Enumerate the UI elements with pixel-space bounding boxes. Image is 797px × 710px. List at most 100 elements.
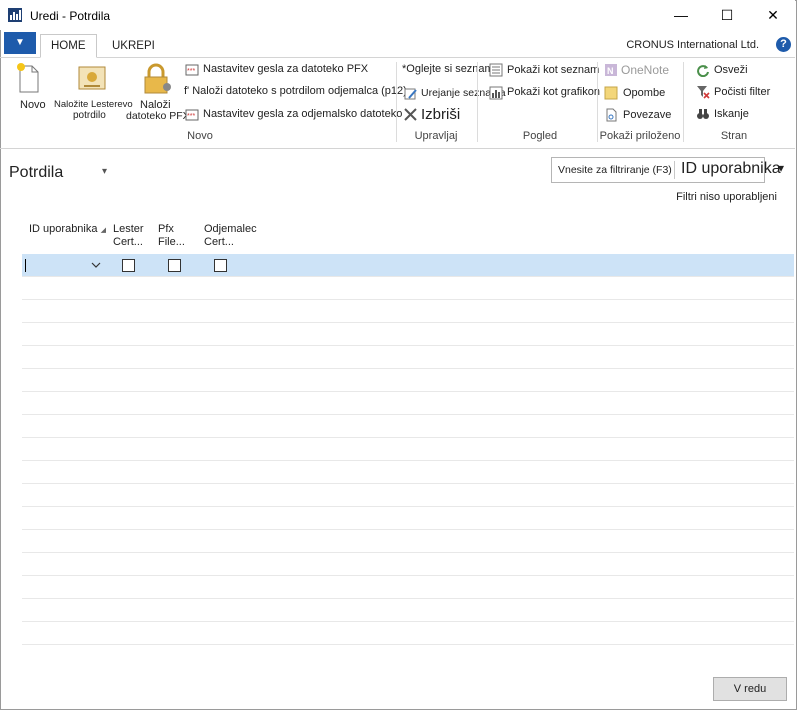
table-row[interactable] — [22, 254, 794, 276]
column-header-lester-cert[interactable]: Lester Cert... — [113, 223, 144, 249]
onenote-icon: N — [605, 64, 617, 76]
edit-list-icon — [404, 88, 417, 100]
new-document-icon — [17, 63, 39, 93]
links-label: Povezave — [623, 109, 672, 121]
row-separator — [22, 437, 794, 438]
pfx-password-label: Nastavitev gesla za datoteko PFX — [203, 63, 369, 75]
maximize-button[interactable]: ☐ — [704, 0, 750, 30]
notes-label: Opombe — [623, 87, 666, 99]
chevron-down-icon[interactable] — [91, 262, 101, 269]
tab-actions[interactable]: UKREPI — [102, 35, 165, 57]
group-label-manage: Upravljaj — [414, 130, 458, 142]
app-logo-icon — [8, 8, 22, 22]
search-label: Iskanje — [714, 108, 749, 120]
column-header-label: Pfx — [158, 223, 174, 235]
row-separator — [22, 322, 794, 323]
row-separator — [22, 529, 794, 530]
user-id-input[interactable] — [24, 256, 104, 274]
onenote-label: OneNote — [621, 63, 670, 77]
no-filters-text: Filtri niso uporabljeni — [676, 191, 777, 203]
row-separator — [22, 460, 794, 461]
clear-filter-label: Počisti filter — [714, 86, 771, 98]
sort-icon: ◢ — [100, 227, 106, 234]
refresh-icon — [697, 65, 709, 77]
row-separator — [22, 575, 794, 576]
company-name: CRONUS International Ltd. — [626, 39, 759, 51]
password-icon: *** — [185, 109, 199, 121]
title-bar: Uredi - Potrdila — ☐ ✕ — [0, 0, 795, 30]
ribbon-separator — [477, 62, 478, 142]
column-header-label: Lester — [113, 223, 144, 235]
filter-divider — [674, 161, 675, 179]
new-label: Novo — [20, 99, 46, 111]
tab-home[interactable]: HOME — [40, 34, 97, 58]
chevron-down-icon[interactable]: ▾ — [102, 166, 107, 177]
notes-icon — [604, 86, 618, 100]
show-as-list-label: Pokaži kot seznam — [507, 64, 600, 76]
ok-button[interactable]: V redu — [713, 677, 787, 701]
row-separator — [22, 368, 794, 369]
text-cursor — [25, 259, 26, 272]
svg-text:N: N — [607, 66, 614, 76]
page-title: Potrdila — [9, 164, 64, 181]
column-header-client-cert[interactable]: Odjemalec Cert... — [204, 223, 257, 249]
group-label-page: Stran — [720, 130, 748, 142]
column-header-pfx-file[interactable]: Pfx File... — [158, 223, 185, 249]
column-header-label: Cert... — [113, 236, 143, 248]
minimize-button[interactable]: — — [658, 0, 704, 30]
refresh-label: Osveži — [714, 64, 748, 76]
client-cert-checkbox[interactable] — [214, 259, 227, 272]
filter-field-chevron-icon[interactable]: ▾ — [778, 161, 784, 175]
load-client-file-label: f' Naloži datoteko s potrdilom odjemalca… — [184, 85, 407, 97]
links-icon — [606, 108, 617, 122]
window-title: Uredi - Potrdila — [30, 9, 111, 23]
row-separator — [22, 345, 794, 346]
ribbon-separator — [683, 62, 684, 142]
row-separator — [22, 299, 794, 300]
upload-lester-label-1: Naložite Lesterevo — [54, 99, 133, 110]
row-separator — [22, 644, 794, 645]
column-header-user-id[interactable]: ID uporabnika ◢ — [29, 223, 106, 237]
show-as-chart-label: Pokaži kot grafikon — [507, 86, 600, 98]
row-separator — [22, 621, 794, 622]
delete-label: Izbriši — [421, 106, 461, 123]
svg-text:***: *** — [187, 68, 195, 75]
row-separator — [22, 506, 794, 507]
column-header-label: ID uporabnika — [29, 223, 98, 235]
svg-text:***: *** — [187, 113, 195, 120]
delete-icon — [404, 108, 417, 121]
load-pfx-label-2: datoteko PFX — [126, 110, 190, 122]
upload-lester-label-2: potrdilo — [73, 110, 106, 121]
chart-view-icon — [489, 86, 503, 100]
row-separator — [22, 598, 794, 599]
row-separator — [22, 276, 794, 277]
binoculars-icon — [697, 109, 709, 119]
ribbon-separator — [597, 62, 598, 142]
ribbon-separator — [396, 62, 397, 142]
lester-cert-checkbox[interactable] — [122, 259, 135, 272]
clear-filter-icon — [697, 86, 710, 99]
view-list-label: *Oglejte si seznam — [402, 63, 494, 75]
group-label-view: Pogled — [522, 130, 558, 142]
password-icon: *** — [185, 64, 199, 76]
help-icon[interactable]: ? — [776, 37, 791, 52]
group-label-new: Novo — [187, 130, 213, 142]
column-header-label: File... — [158, 236, 185, 248]
filter-field-selector[interactable]: ID uporabnika — [681, 160, 781, 178]
column-header-label: Cert... — [204, 236, 234, 248]
column-header-label: Odjemalec — [204, 223, 257, 235]
filter-placeholder: Vnesite za filtriranje (F3) — [558, 164, 672, 176]
app-menu-button[interactable]: ▼ — [4, 32, 36, 54]
lock-key-icon — [144, 63, 171, 94]
row-separator — [22, 552, 794, 553]
row-separator — [22, 483, 794, 484]
list-view-icon — [489, 63, 503, 77]
row-separator — [22, 414, 794, 415]
certificate-icon — [78, 66, 106, 90]
group-label-attachments: Pokaži priloženo — [599, 130, 681, 142]
row-separator — [22, 391, 794, 392]
filter-search-box[interactable]: Vnesite za filtriranje (F3) ID uporabnik… — [551, 157, 781, 183]
close-button[interactable]: ✕ — [750, 0, 796, 30]
pfx-file-checkbox[interactable] — [168, 259, 181, 272]
client-password-label: Nastavitev gesla za odjemalsko datoteko — [203, 108, 403, 120]
